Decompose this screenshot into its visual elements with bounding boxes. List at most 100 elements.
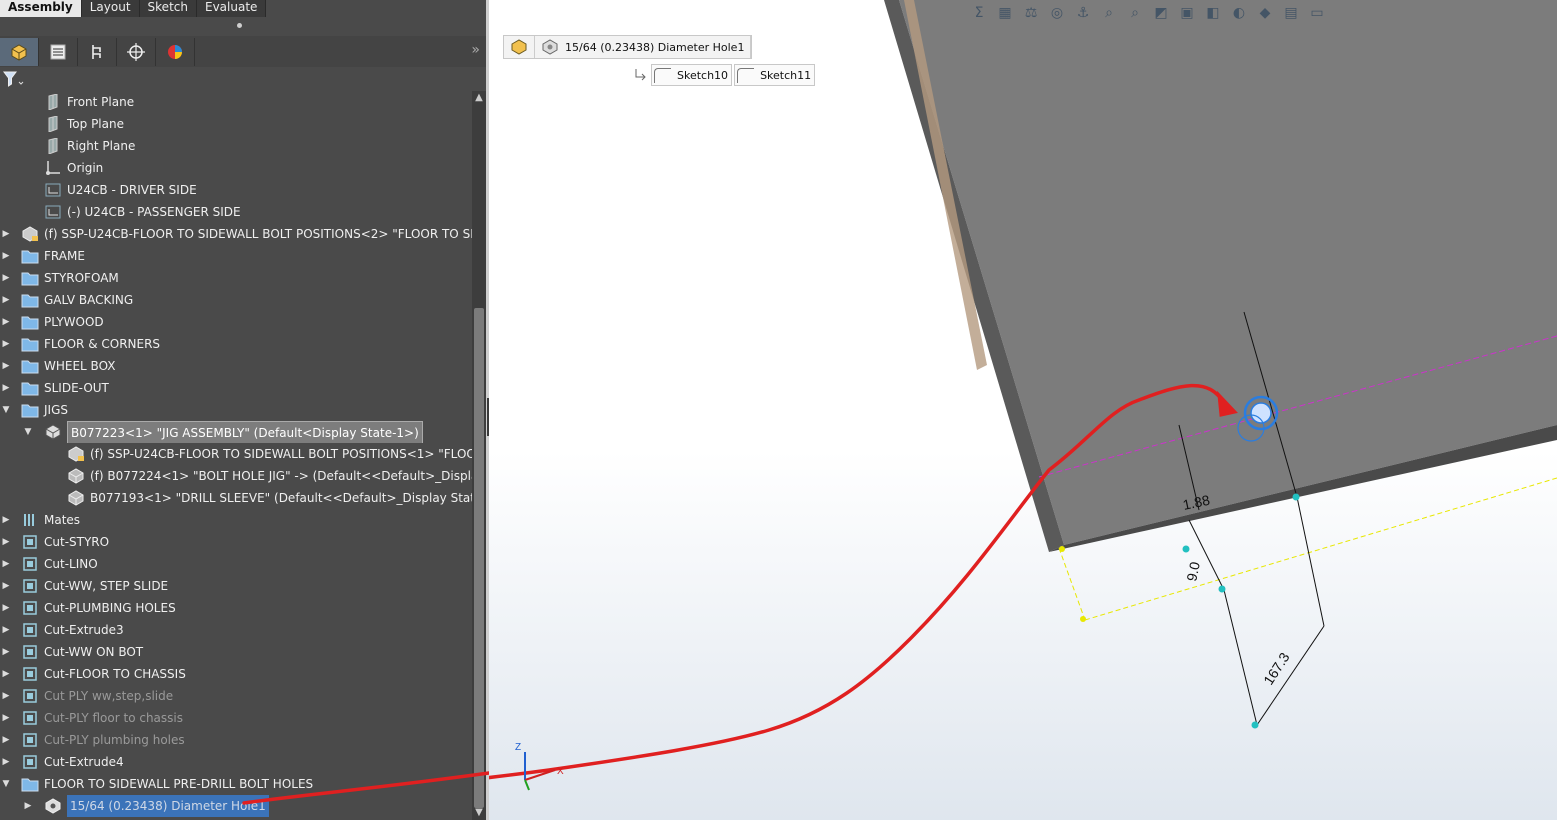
tree-item[interactable]: ▶ GALV BACKING xyxy=(0,289,472,311)
tree-item[interactable]: ▶ WHEEL BOX xyxy=(0,355,472,377)
tree-item[interactable]: ▶ Mates xyxy=(0,509,472,531)
tab-sketch[interactable]: Sketch xyxy=(140,0,197,17)
expand-arrow-icon[interactable]: ▶ xyxy=(0,355,12,377)
sum-icon[interactable]: Σ xyxy=(968,2,990,24)
expand-arrow-icon[interactable]: ▶ xyxy=(0,729,12,751)
tree-item[interactable]: Right Plane xyxy=(0,135,472,157)
tree-item-label: WHEEL BOX xyxy=(44,359,116,373)
property-manager-icon[interactable] xyxy=(39,37,78,66)
configuration-manager-icon[interactable] xyxy=(78,37,117,66)
expand-arrow-icon[interactable]: ▶ xyxy=(22,795,34,817)
tree-item-label: Cut-LINO xyxy=(44,557,98,571)
graphics-viewport[interactable]: 1.88 9.0 167.3 Z X xyxy=(489,0,1557,820)
breadcrumb-assembly[interactable] xyxy=(504,36,535,58)
expand-arrow-icon[interactable]: ▶ xyxy=(0,311,12,333)
tree-item[interactable]: ▶ Cut-FLOOR TO CHASSIS xyxy=(0,663,472,685)
dimxpert-icon[interactable] xyxy=(117,37,156,66)
scroll-up-icon[interactable]: ▲ xyxy=(472,91,486,105)
tree-item[interactable]: (-) U24CB - PASSENGER SIDE xyxy=(0,201,472,223)
panel-grip[interactable] xyxy=(237,23,242,28)
tree-item[interactable]: B077193<1> "DRILL SLEEVE" (Default<<Defa… xyxy=(0,487,472,509)
tree-item-label: Cut PLY ww,step,slide xyxy=(44,689,174,703)
tree-item[interactable]: ▼ JIGS xyxy=(0,399,472,421)
expand-arrow-icon[interactable]: ▶ xyxy=(0,531,12,553)
expand-arrow-icon[interactable]: ▶ xyxy=(0,619,12,641)
tree-item[interactable]: ▶ 15/64 (0.23438) Diameter Hole1 xyxy=(0,795,472,817)
tree-scrollbar[interactable]: ▲ ▼ xyxy=(472,91,486,820)
tree-item[interactable]: ▶ Cut PLY ww,step,slide xyxy=(0,685,472,707)
expand-arrow-icon[interactable]: ▶ xyxy=(0,597,12,619)
display-style-icon[interactable]: ◧ xyxy=(1202,2,1224,24)
expand-arrow-icon[interactable]: ▶ xyxy=(0,663,12,685)
breadcrumb: 15/64 (0.23438) Diameter Hole1 xyxy=(503,35,753,59)
tree-item[interactable]: ▶ FLOOR & CORNERS xyxy=(0,333,472,355)
zoom-area-icon[interactable]: ⌕ xyxy=(1098,2,1120,24)
expand-arrow-icon[interactable]: ▶ xyxy=(0,377,12,399)
expand-arrow-icon[interactable]: ▶ xyxy=(0,707,12,729)
tree-item[interactable]: ▶ Cut-PLUMBING HOLES xyxy=(0,597,472,619)
tree-item[interactable]: ▶ Cut-LINO xyxy=(0,553,472,575)
scroll-thumb[interactable] xyxy=(474,308,484,808)
tree-item[interactable]: ▶ PLYWOOD xyxy=(0,311,472,333)
expand-arrow-icon[interactable]: ▶ xyxy=(0,289,12,311)
measure-icon[interactable]: ▦ xyxy=(994,2,1016,24)
tree-item[interactable]: ▶ (f) SSP-U24CB-FLOOR TO SIDEWALL BOLT PO… xyxy=(0,223,472,245)
breadcrumb-sketch11[interactable]: Sketch11 xyxy=(734,64,816,86)
scene-icon[interactable]: ▤ xyxy=(1280,2,1302,24)
breadcrumb-sketch10[interactable]: Sketch10 xyxy=(651,64,733,86)
tree-item[interactable]: ▶ Cut-PLY floor to chassis xyxy=(0,707,472,729)
expand-arrow-icon[interactable]: ▶ xyxy=(0,333,12,355)
tree-item[interactable]: ▼ FLOOR TO SIDEWALL PRE-DRILL BOLT HOLES xyxy=(0,773,472,795)
expand-arrow-icon[interactable]: ▶ xyxy=(0,509,12,531)
collapse-arrow-icon[interactable]: ▼ xyxy=(0,773,12,795)
filter-icon[interactable] xyxy=(3,71,25,87)
display-manager-icon[interactable] xyxy=(156,37,195,66)
scroll-down-icon[interactable]: ▼ xyxy=(472,806,486,820)
tab-evaluate[interactable]: Evaluate xyxy=(197,0,267,17)
tree-item[interactable]: Origin xyxy=(0,157,472,179)
expand-arrow-icon[interactable]: ▶ xyxy=(0,685,12,707)
collapse-arrow-icon[interactable]: ▼ xyxy=(22,421,34,443)
tree-item[interactable]: ▶ STYROFOAM xyxy=(0,267,472,289)
monitor-icon[interactable]: ▭ xyxy=(1306,2,1328,24)
part-icon xyxy=(67,468,85,484)
feature-manager-icon[interactable] xyxy=(0,37,39,66)
tree-item[interactable]: ▶ Cut-Extrude4 xyxy=(0,751,472,773)
tree-item[interactable]: ▶ SLIDE-OUT xyxy=(0,377,472,399)
expand-arrow-icon[interactable]: ▶ xyxy=(0,553,12,575)
expand-arrow-icon[interactable]: ▶ xyxy=(0,223,12,245)
view-orient-icon[interactable]: ▣ xyxy=(1176,2,1198,24)
tree-item[interactable]: ▶ Cut-STYRO xyxy=(0,531,472,553)
section-icon[interactable]: ◩ xyxy=(1150,2,1172,24)
chevron-right-icon[interactable]: » xyxy=(471,42,480,58)
tree-item[interactable]: Front Plane xyxy=(0,91,472,113)
cut-icon xyxy=(21,622,39,638)
tab-assembly[interactable]: Assembly xyxy=(0,0,82,17)
appearance-icon[interactable]: ◆ xyxy=(1254,2,1276,24)
tree-item[interactable]: (f) B077224<1> "BOLT HOLE JIG" -> (Defau… xyxy=(0,465,472,487)
collapse-arrow-icon[interactable]: ▼ xyxy=(0,399,12,421)
tree-item[interactable]: ▶ Cut-WW ON BOT xyxy=(0,641,472,663)
pin-icon[interactable]: ⚓ xyxy=(1072,2,1094,24)
tree-item[interactable]: ▶ Cut-WW, STEP SLIDE xyxy=(0,575,472,597)
tab-layout[interactable]: Layout xyxy=(82,0,140,17)
expand-arrow-icon[interactable]: ▶ xyxy=(0,751,12,773)
expand-arrow-icon[interactable]: ▶ xyxy=(0,575,12,597)
tree-item[interactable]: (f) SSP-U24CB-FLOOR TO SIDEWALL BOLT POS… xyxy=(0,443,472,465)
expand-arrow-icon[interactable]: ▶ xyxy=(0,245,12,267)
tree-item[interactable]: ▼ B077223<1> "JIG ASSEMBLY" (Default<Disp… xyxy=(0,421,472,443)
tree-item[interactable]: ▶ FRAME xyxy=(0,245,472,267)
tree-item[interactable]: ▶ Cut-Extrude3 xyxy=(0,619,472,641)
eye-target-icon[interactable]: ◎ xyxy=(1046,2,1068,24)
expand-arrow-icon[interactable]: ▶ xyxy=(0,641,12,663)
tree-item[interactable]: Top Plane xyxy=(0,113,472,135)
balance-icon[interactable]: ⚖ xyxy=(1020,2,1042,24)
plane-icon xyxy=(44,115,62,133)
zoom-icon[interactable]: ⌕ xyxy=(1124,2,1146,24)
subassembly-icon xyxy=(67,446,85,462)
tree-item[interactable]: U24CB - DRIVER SIDE xyxy=(0,179,472,201)
expand-arrow-icon[interactable]: ▶ xyxy=(0,267,12,289)
tree-item[interactable]: ▶ Cut-PLY plumbing holes xyxy=(0,729,472,751)
hide-show-icon[interactable]: ◐ xyxy=(1228,2,1250,24)
breadcrumb-feature[interactable]: 15/64 (0.23438) Diameter Hole1 xyxy=(535,36,752,58)
